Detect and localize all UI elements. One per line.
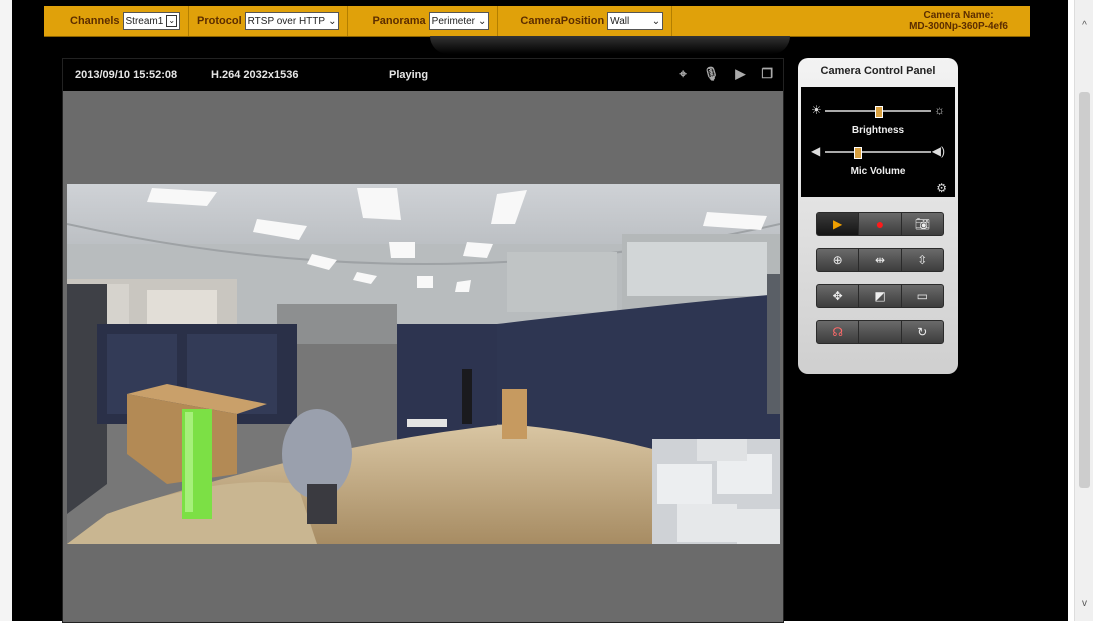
zoom-button-row: ⊕ ⇹ ⇳ — [816, 248, 944, 272]
channels-group: Channels Stream1 ⌄ — [44, 6, 190, 36]
panorama-label: Panorama — [372, 15, 426, 27]
page-margin — [0, 0, 12, 621]
mic-volume-label: Mic Volume — [850, 166, 906, 177]
panorama-value: Perimeter — [431, 15, 476, 27]
audio-button-row: ☊ ↻ — [816, 320, 944, 344]
play-icon: ▶ — [833, 217, 843, 231]
panorama-group: Panorama Perimeter ⌄ — [348, 6, 499, 36]
speaker-icon[interactable]: ▶ — [735, 66, 745, 82]
chevron-down-icon: ⌄ — [328, 15, 337, 27]
camera-name: Camera Name: MD-300Np-360P-4ef6 — [909, 10, 1030, 32]
chevron-down-icon: ⌄ — [478, 15, 487, 27]
listen-button[interactable]: ☊ — [817, 321, 860, 343]
camera-icon: 📷︎ — [914, 217, 930, 231]
single-view-icon: ▭ — [916, 289, 928, 303]
video-feed[interactable] — [67, 184, 780, 544]
stream-info: H.264 2032x1536 — [211, 69, 299, 81]
panel-title: Camera Control Panel — [820, 65, 936, 77]
mic-volume-slider[interactable]: ◀ ◀) — [811, 144, 945, 159]
chevron-down-icon: ⌄ — [651, 15, 661, 27]
brightness-label: Brightness — [851, 125, 905, 136]
volume-low-icon: ◀ — [811, 144, 821, 158]
network-icon[interactable]: ⌖ — [680, 66, 687, 82]
pan-button[interactable]: ✥ — [817, 285, 860, 307]
camera-position-group: CameraPosition Wall ⌄ — [498, 6, 673, 36]
move-icon: ✥ — [832, 289, 843, 303]
view-button-row: ✥ ◩ ▭ — [816, 284, 944, 308]
settings-toolbar: Channels Stream1 ⌄ Protocol RTSP over HT… — [44, 6, 1030, 37]
record-icon: ● — [875, 216, 885, 232]
empty-button — [859, 321, 902, 343]
fullscreen-icon[interactable]: ❐ — [761, 66, 773, 82]
player-status-bar: 2013/09/10 15:52:08 H.264 2032x1536 Play… — [63, 59, 783, 91]
ear-icon: ☊ — [832, 325, 843, 339]
reset-button[interactable]: ↻ — [902, 321, 943, 343]
timestamp: 2013/09/10 15:52:08 — [75, 69, 178, 81]
chevron-down-icon: ⌄ — [166, 15, 178, 27]
split-horizontal-button[interactable]: ⇹ — [859, 249, 902, 271]
gear-icon[interactable]: ⚙ — [936, 181, 947, 195]
channels-label: Channels — [70, 15, 120, 27]
protocol-select[interactable]: RTSP over HTTP ⌄ — [244, 12, 340, 30]
player-icons: ⌖ 🎙︎ ▶ ❐ — [680, 66, 774, 82]
brightness-slider[interactable]: ☀ ☼ — [811, 103, 945, 118]
split-vertical-button[interactable]: ⇳ — [902, 249, 943, 271]
channels-value: Stream1 — [125, 15, 164, 27]
playback-button-row: ▶ ● 📷︎ — [816, 212, 944, 236]
snapshot-button[interactable]: 📷︎ — [902, 213, 943, 235]
vertical-scrollbar[interactable]: ^ v — [1074, 0, 1093, 621]
protocol-label: Protocol — [197, 15, 242, 27]
camera-name-value: MD-300Np-360P-4ef6 — [909, 21, 1008, 32]
quad-view-button[interactable]: ◩ — [859, 285, 902, 307]
office-panorama-image — [67, 184, 780, 544]
protocol-group: Protocol RTSP over HTTP ⌄ — [189, 6, 349, 36]
rotate-icon: ↻ — [917, 325, 928, 339]
protocol-value: RTSP over HTTP — [247, 15, 326, 27]
single-view-button[interactable]: ▭ — [902, 285, 943, 307]
brightness-thumb[interactable] — [875, 106, 883, 118]
play-button[interactable]: ▶ — [817, 213, 860, 235]
camera-control-panel: Camera Control Panel ☀ ☼ Brightness ◀ ◀)… — [798, 58, 958, 374]
scroll-up-icon[interactable]: ^ — [1075, 20, 1093, 31]
panel-settings-area: ☀ ☼ Brightness ◀ ◀) Mic Volume ⚙ — [801, 87, 955, 197]
camera-position-value: Wall — [610, 15, 630, 27]
tab-shadow — [430, 36, 790, 54]
scroll-thumb[interactable] — [1079, 92, 1090, 488]
brightness-high-icon: ☼ — [934, 103, 945, 117]
brightness-low-icon: ☀ — [811, 103, 822, 117]
scroll-down-icon[interactable]: v — [1075, 598, 1093, 609]
mic-volume-track[interactable] — [825, 151, 931, 153]
camera-position-label: CameraPosition — [520, 15, 605, 27]
split-vertical-icon: ⇳ — [917, 253, 928, 267]
video-player: 2013/09/10 15:52:08 H.264 2032x1536 Play… — [62, 58, 784, 623]
quad-view-icon: ◩ — [874, 289, 886, 303]
split-horizontal-icon: ⇹ — [874, 253, 886, 267]
zoom-in-button[interactable]: ⊕ — [817, 249, 860, 271]
mic-volume-thumb[interactable] — [853, 147, 862, 159]
panorama-select[interactable]: Perimeter ⌄ — [428, 12, 490, 30]
camera-name-label: Camera Name: — [923, 10, 994, 21]
microphone-icon[interactable]: 🎙︎ — [703, 66, 720, 82]
camera-position-select[interactable]: Wall ⌄ — [607, 12, 664, 30]
record-button[interactable]: ● — [859, 213, 902, 235]
channels-select[interactable]: Stream1 ⌄ — [122, 12, 181, 30]
playback-status: Playing — [389, 69, 429, 81]
zoom-in-icon: ⊕ — [832, 253, 843, 267]
volume-high-icon: ◀) — [931, 144, 945, 158]
